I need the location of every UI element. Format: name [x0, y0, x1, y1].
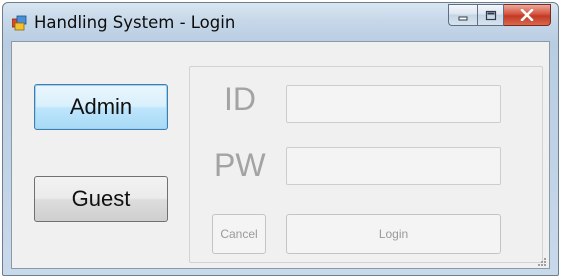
id-input[interactable] [286, 85, 501, 123]
login-window: Handling System - Login Admin Guest ID P… [2, 2, 559, 276]
maximize-button[interactable] [477, 4, 504, 26]
login-panel: ID PW Cancel Login [189, 66, 543, 263]
guest-button[interactable]: Guest [34, 176, 168, 222]
window-title: Handling System - Login [34, 13, 236, 32]
app-windows-icon [11, 15, 28, 31]
minimize-button[interactable] [448, 4, 477, 26]
pw-label: PW [214, 147, 266, 183]
close-icon [520, 6, 534, 25]
client-area: Admin Guest ID PW Cancel Login [11, 41, 550, 269]
caption-buttons [448, 4, 551, 28]
cancel-button[interactable]: Cancel [212, 214, 266, 254]
pw-input[interactable] [286, 147, 501, 185]
id-label: ID [224, 81, 256, 117]
title-bar[interactable]: Handling System - Login [3, 3, 558, 41]
maximize-icon [485, 6, 497, 25]
resize-grip-icon[interactable] [535, 254, 547, 266]
login-button[interactable]: Login [286, 214, 501, 254]
admin-button[interactable]: Admin [34, 84, 168, 130]
minimize-icon [457, 6, 469, 25]
close-button[interactable] [504, 4, 551, 26]
